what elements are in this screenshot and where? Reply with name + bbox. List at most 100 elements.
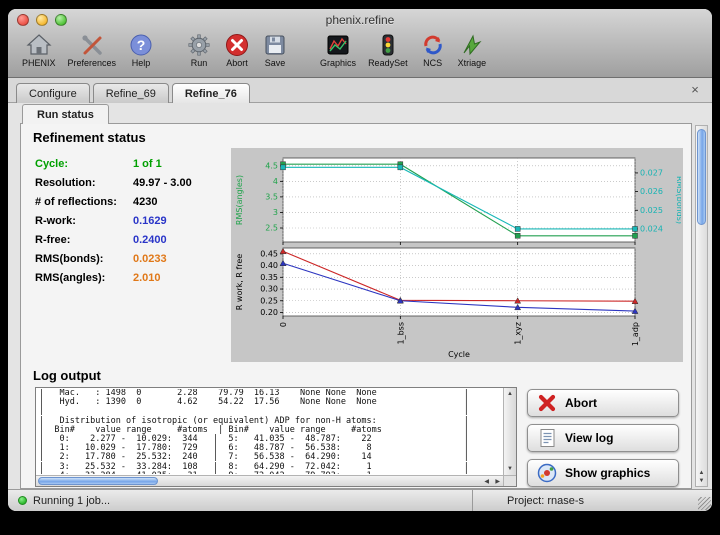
tab-configure[interactable]: Configure <box>16 83 90 103</box>
scroll-down-arrow-icon[interactable]: ▼ <box>504 465 516 473</box>
svg-text:4.5: 4.5 <box>265 161 278 170</box>
toolbar-readyset[interactable]: ReadySet <box>362 32 414 68</box>
minimize-button[interactable] <box>36 14 48 26</box>
show-graphics-button[interactable]: Show graphics <box>527 459 679 487</box>
project-label: Project: rnase-s <box>507 495 584 507</box>
toolbar-graphics[interactable]: Graphics <box>314 32 362 68</box>
svg-text:0.026: 0.026 <box>640 187 663 196</box>
toolbar-abort[interactable]: Abort <box>218 32 256 68</box>
toolbar-run[interactable]: Run <box>180 32 218 68</box>
running-indicator-icon <box>18 496 27 505</box>
log-vertical-scrollbar[interactable]: ▲ ▼ <box>503 388 516 475</box>
rms-chart: 2.533.544.50.0240.0250.0260.027RMS(angle… <box>233 150 681 246</box>
tab-label: Refine_76 <box>185 88 237 100</box>
stat-row: # of reflections:4230 <box>35 196 231 208</box>
stat-row: RMS(bonds):0.0233 <box>35 253 231 265</box>
phenix-home-icon <box>26 32 52 58</box>
toolbar-group-tools: Graphics ReadySet <box>314 32 492 68</box>
toolbar-save[interactable]: Save <box>256 32 294 68</box>
log-text: | Mac. : 1498 0 2.28 79.79 16.13 None No… <box>39 389 501 474</box>
toolbar-label: ReadySet <box>368 58 408 68</box>
tab-bar: Configure Refine_69 Refine_76 × <box>8 78 712 103</box>
action-buttons: Abort View log Show gr <box>527 387 679 487</box>
close-button[interactable] <box>17 14 29 26</box>
status-right: Project: rnase-s <box>472 490 712 511</box>
stat-value: 0.1629 <box>133 215 167 227</box>
log-section: | Mac. : 1498 0 2.28 79.79 16.13 None No… <box>21 386 691 487</box>
scrollbar-corner <box>503 475 516 486</box>
abort-x-icon <box>536 392 558 414</box>
resize-grip[interactable] <box>698 497 711 510</box>
view-log-button[interactable]: View log <box>527 424 679 452</box>
stat-value: 49.97 - 3.00 <box>133 177 192 189</box>
abort-icon <box>224 32 250 58</box>
tab-refine-76[interactable]: Refine_76 <box>172 83 250 103</box>
refinement-summary: Cycle:1 of 1 Resolution:49.97 - 3.00 # of … <box>21 148 691 362</box>
scroll-up-arrow-icon[interactable]: ▲ <box>504 390 516 398</box>
view-log-button-label: View log <box>565 431 613 445</box>
toolbar: PHENIX Preferences ? Help <box>8 31 712 77</box>
subtab-bar: Run status <box>20 103 692 124</box>
toolbar-xtriage[interactable]: Xtriage <box>452 32 493 68</box>
svg-text:0.024: 0.024 <box>640 224 663 233</box>
refinement-chart: 2.533.544.50.0240.0250.0260.027RMS(angle… <box>231 148 683 362</box>
stat-label: RMS(angles): <box>35 272 133 284</box>
toolbar-phenix[interactable]: PHENIX <box>16 32 62 68</box>
scroll-down-arrow-icon[interactable]: ▼ <box>696 477 707 485</box>
traffic-lights <box>17 14 67 26</box>
titlebar[interactable]: phenix.refine <box>8 9 712 31</box>
tab-run-status[interactable]: Run status <box>22 104 109 124</box>
help-icon: ? <box>128 32 154 58</box>
show-graphics-icon <box>536 462 558 484</box>
status-text: Running 1 job... <box>33 495 110 507</box>
toolbar-label: Run <box>191 58 208 68</box>
tab-close-button[interactable]: × <box>688 82 702 97</box>
main-scrollbar-arrows: ▲ ▼ <box>696 469 707 485</box>
abort-button[interactable]: Abort <box>527 389 679 417</box>
tab-refine-69[interactable]: Refine_69 <box>93 83 169 103</box>
svg-text:?: ? <box>137 37 146 53</box>
main-scrollbar-thumb[interactable] <box>697 129 706 225</box>
log-hscroll-thumb[interactable] <box>38 477 158 485</box>
stat-row: R-free:0.2400 <box>35 234 231 246</box>
svg-text:0.027: 0.027 <box>640 168 663 177</box>
toolbar-label: Graphics <box>320 58 356 68</box>
scroll-up-arrow-icon[interactable]: ▲ <box>696 469 707 477</box>
toolbar-preferences[interactable]: Preferences <box>62 32 123 68</box>
toolbar-help[interactable]: ? Help <box>122 32 160 68</box>
scroll-left-arrow-icon[interactable]: ◀ <box>484 478 489 485</box>
scroll-right-arrow-icon[interactable]: ▶ <box>495 478 500 485</box>
svg-text:0: 0 <box>279 322 288 327</box>
toolbar-group-job: Run Abort Save <box>180 32 294 68</box>
main-scrollbar[interactable]: ▲ ▼ <box>695 125 708 487</box>
toolbar-label: Preferences <box>68 58 117 68</box>
stat-label: # of reflections: <box>35 196 133 208</box>
log-output[interactable]: | Mac. : 1498 0 2.28 79.79 16.13 None No… <box>35 387 517 487</box>
window-chrome: phenix.refine PHENIX Prefer <box>8 9 712 78</box>
toolbar-label: Help <box>132 58 151 68</box>
stat-row: Resolution:49.97 - 3.00 <box>35 177 231 189</box>
svg-text:0.25: 0.25 <box>260 296 278 305</box>
svg-text:4: 4 <box>273 177 278 186</box>
log-output-heading: Log output <box>33 368 691 383</box>
zoom-button[interactable] <box>55 14 67 26</box>
refinement-status-heading: Refinement status <box>33 130 691 145</box>
stat-row: Cycle:1 of 1 <box>35 158 231 170</box>
svg-text:2.5: 2.5 <box>265 224 278 233</box>
preferences-icon <box>79 32 105 58</box>
status-left: Running 1 job... <box>8 495 472 507</box>
status-bar: Running 1 job... Project: rnase-s <box>8 489 712 511</box>
svg-text:RMS(angles): RMS(angles) <box>235 175 244 225</box>
stat-row: RMS(angles):2.010 <box>35 272 231 284</box>
svg-text:RMS(bonds): RMS(bonds) <box>675 176 681 224</box>
stat-label: RMS(bonds): <box>35 253 133 265</box>
svg-text:R work, R free: R work, R free <box>235 254 244 311</box>
toolbar-ncs[interactable]: NCS <box>414 32 452 68</box>
log-horizontal-scrollbar[interactable]: ◀ ▶ <box>36 475 503 486</box>
rfactor-chart: 0.200.250.300.350.400.4501_bss1_xyz1_adp… <box>233 246 681 360</box>
refinement-stats: Cycle:1 of 1 Resolution:49.97 - 3.00 # of … <box>35 148 231 362</box>
toolbar-label: PHENIX <box>22 58 56 68</box>
run-status-panel: Refinement status Cycle:1 of 1 Resolution… <box>20 124 692 489</box>
save-icon <box>262 32 288 58</box>
svg-text:3.5: 3.5 <box>265 192 278 201</box>
